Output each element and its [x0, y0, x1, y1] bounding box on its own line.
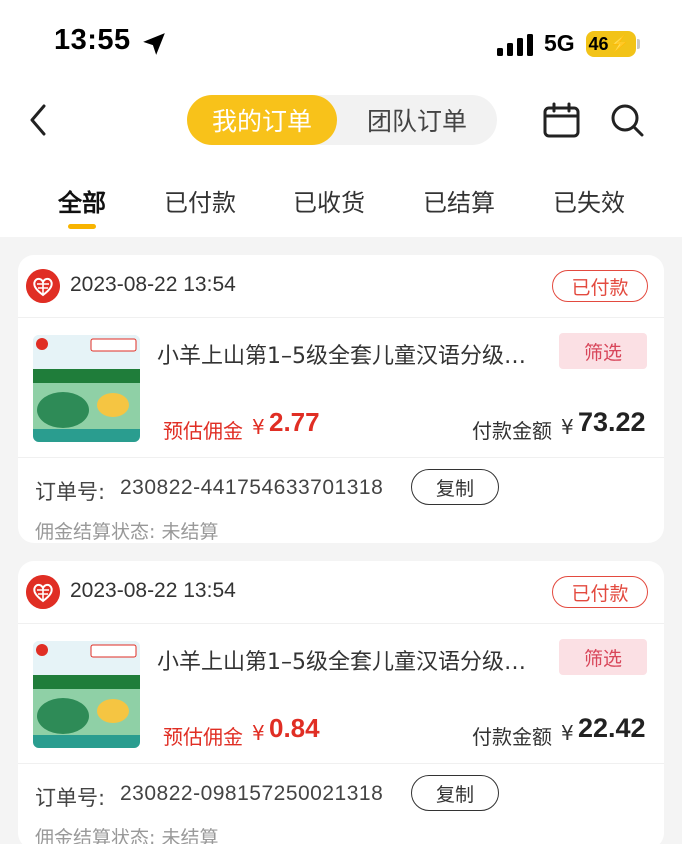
- signal-icon: [497, 34, 533, 56]
- copy-button[interactable]: 复制: [411, 469, 499, 505]
- settlement-status: 佣金结算状态: 未结算: [35, 827, 219, 844]
- tab-all[interactable]: 全部: [58, 183, 106, 218]
- shop-logo-icon: [26, 575, 60, 609]
- divider: [18, 623, 664, 624]
- shop-logo-icon: [26, 269, 60, 303]
- product-title[interactable]: 小羊上山第1–5级全套儿童汉语分级读物: [157, 338, 537, 370]
- commission-label: 预估佣金: [163, 419, 243, 443]
- filter-button[interactable]: 筛选: [559, 639, 647, 675]
- tab-received[interactable]: 已收货: [293, 183, 365, 218]
- header-area: 13:55 5G 46 ⚡ 我的订单 团队订单 全部 已付款 已收货 已结算 已失…: [0, 0, 682, 237]
- battery-cap: [637, 39, 640, 49]
- divider: [18, 457, 664, 458]
- payment-currency: ¥: [561, 721, 574, 745]
- network-label: 5G: [544, 30, 575, 56]
- commission-currency: ¥: [252, 415, 265, 439]
- tab-team-orders[interactable]: 团队订单: [342, 95, 492, 145]
- order-number: 230822-098157250021318: [120, 782, 384, 805]
- order-number-label: 订单号:: [35, 480, 106, 504]
- payment-value: 22.42: [578, 713, 646, 743]
- tab-my-orders[interactable]: 我的订单: [187, 95, 337, 145]
- tab-paid[interactable]: 已付款: [164, 183, 236, 218]
- order-card[interactable]: 2023-08-22 13:54 已付款 小羊上山第1–5级全套儿童汉语分级读物…: [18, 255, 664, 543]
- status-badge: 已付款: [552, 576, 648, 608]
- back-icon[interactable]: [24, 100, 54, 140]
- payment-label: 付款金额: [472, 725, 552, 749]
- tab-expired[interactable]: 已失效: [553, 183, 625, 218]
- product-thumbnail[interactable]: [33, 335, 140, 442]
- order-type-switch: 我的订单 团队订单: [187, 95, 497, 145]
- commission-currency: ¥: [252, 721, 265, 745]
- order-number-label: 订单号:: [35, 786, 106, 810]
- product-title[interactable]: 小羊上山第1–5级全套儿童汉语分级读物: [157, 644, 537, 676]
- charging-bolt-icon: ⚡: [609, 36, 630, 53]
- copy-button[interactable]: 复制: [411, 775, 499, 811]
- status-time: 13:55: [54, 24, 131, 56]
- order-number: 230822-441754633701318: [120, 476, 384, 499]
- tab-settled[interactable]: 已结算: [423, 183, 495, 218]
- location-arrow-icon: [143, 33, 165, 55]
- settlement-status: 佣金结算状态: 未结算: [35, 521, 219, 543]
- divider: [18, 763, 664, 764]
- filter-button[interactable]: 筛选: [559, 333, 647, 369]
- battery-level: 46: [588, 33, 609, 54]
- payment-label: 付款金额: [472, 419, 552, 443]
- calendar-icon[interactable]: [543, 102, 580, 138]
- status-badge: 已付款: [552, 270, 648, 302]
- commission-value: 2.77: [269, 407, 320, 437]
- active-tab-indicator: [68, 224, 96, 229]
- search-icon[interactable]: [609, 102, 645, 138]
- order-date: 2023-08-22 13:54: [70, 579, 236, 602]
- commission-label: 预估佣金: [163, 725, 243, 749]
- product-thumbnail[interactable]: [33, 641, 140, 748]
- battery-icon: 46 ⚡: [586, 31, 636, 57]
- order-date: 2023-08-22 13:54: [70, 273, 236, 296]
- payment-currency: ¥: [561, 415, 574, 439]
- divider: [18, 317, 664, 318]
- payment-value: 73.22: [578, 407, 646, 437]
- commission-value: 0.84: [269, 713, 320, 743]
- order-card[interactable]: 2023-08-22 13:54 已付款 小羊上山第1–5级全套儿童汉语分级读物…: [18, 561, 664, 844]
